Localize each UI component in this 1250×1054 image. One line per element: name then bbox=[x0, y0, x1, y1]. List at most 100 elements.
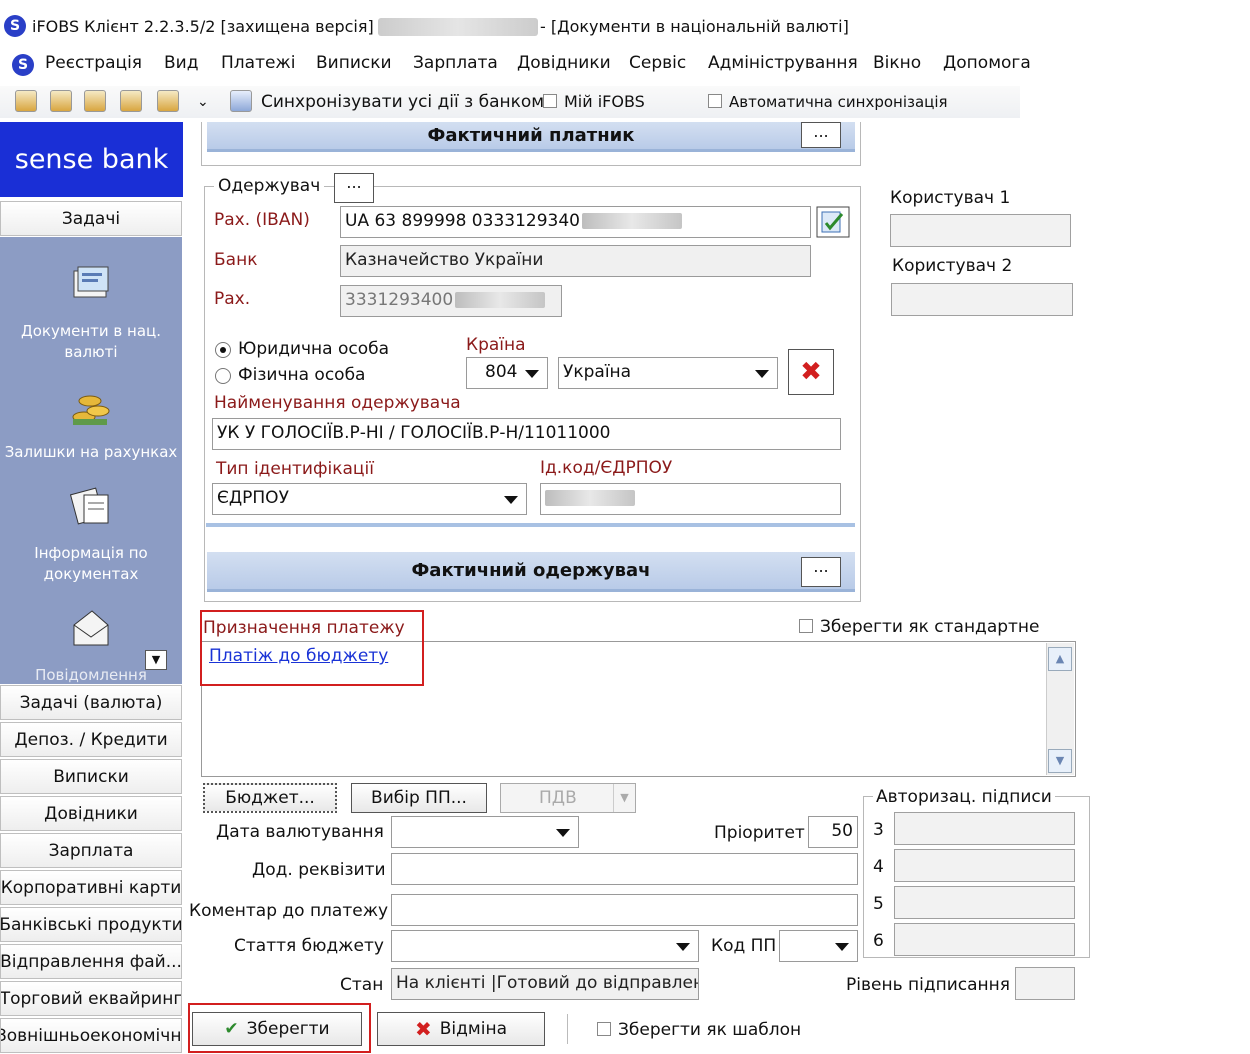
auto-sync-checkbox[interactable] bbox=[708, 94, 722, 108]
sidebar-entry-document-info[interactable]: Інформація по документах bbox=[0, 543, 182, 585]
status-field: На клієнті |Готовий до відправлення bbox=[391, 968, 699, 1000]
cancel-button[interactable]: ✖ Відміна bbox=[377, 1012, 545, 1046]
extra-details-label: Дод. реквізити bbox=[252, 860, 386, 880]
country-name-select[interactable]: Україна bbox=[558, 357, 778, 389]
menu-registration[interactable]: Реєстрація bbox=[45, 53, 142, 73]
code-pp-select[interactable] bbox=[779, 930, 858, 962]
clear-country-close-icon[interactable]: ✖ bbox=[788, 349, 834, 395]
user2-label: Користувач 2 bbox=[892, 256, 1013, 276]
actual-payer-header: Фактичний платник bbox=[207, 122, 855, 152]
window-title-section: - [Документи в національній валюті] bbox=[540, 17, 849, 36]
status-label: Стан bbox=[340, 975, 384, 995]
sidebar-foreign-trade[interactable]: Зовнішньоекономічні bbox=[0, 1018, 182, 1053]
auto-sync-label: Автоматична синхронізація bbox=[729, 93, 948, 111]
legal-entity-label: Юридична особа bbox=[238, 339, 390, 359]
individual-radio[interactable] bbox=[215, 368, 231, 384]
recipient-more-button[interactable]: ... bbox=[334, 173, 374, 203]
separator bbox=[567, 1014, 568, 1044]
sign-level-label: Рівень підписання bbox=[846, 975, 1010, 995]
save-template-checkbox[interactable] bbox=[597, 1022, 611, 1036]
sig-number-6: 6 bbox=[873, 931, 884, 951]
save-template-label: Зберегти як шаблон bbox=[618, 1020, 802, 1040]
sidebar-tasks-currency[interactable]: Задачі (валюта) bbox=[0, 685, 182, 720]
vat-select: ПДВ ▼ bbox=[500, 783, 636, 813]
signature-field-3 bbox=[894, 812, 1075, 845]
sidebar-directories[interactable]: Довідники bbox=[0, 796, 182, 831]
menu-service[interactable]: Сервіс bbox=[629, 53, 686, 73]
menu-administration[interactable]: Адміністрування bbox=[708, 53, 858, 73]
sidebar-merchant-acquiring[interactable]: Торговий еквайринг bbox=[0, 981, 182, 1016]
envelope-icon[interactable] bbox=[68, 605, 114, 651]
budget-article-label: Стаття бюджету bbox=[234, 936, 384, 956]
coins-icon[interactable] bbox=[68, 383, 114, 429]
calendar-icon[interactable] bbox=[120, 90, 142, 112]
extra-details-field[interactable] bbox=[391, 853, 858, 885]
app-menu-icon[interactable]: S bbox=[12, 54, 34, 76]
signature-field-5 bbox=[894, 886, 1075, 919]
comment-field[interactable] bbox=[391, 894, 858, 926]
actual-recipient-more-button[interactable]: ... bbox=[801, 557, 841, 587]
settings-gear-icon[interactable] bbox=[15, 90, 37, 112]
priority-field[interactable]: 50 bbox=[808, 816, 858, 848]
actual-payer-more-button[interactable]: ... bbox=[801, 122, 841, 148]
my-ifobs-checkbox[interactable] bbox=[543, 94, 557, 108]
signature-field-6 bbox=[894, 923, 1075, 956]
sig-number-3: 3 bbox=[873, 820, 884, 840]
actual-recipient-header: Фактичний одержувач bbox=[207, 552, 855, 592]
user2-field bbox=[891, 283, 1073, 316]
title-bar: S iFOBS Клієнт 2.2.3.5/2 [захищена версі… bbox=[0, 0, 1250, 46]
choose-pp-button[interactable]: Вибір ПП... bbox=[351, 783, 487, 813]
bank-building-icon[interactable] bbox=[50, 90, 72, 112]
sidebar-salary[interactable]: Зарплата bbox=[0, 833, 182, 868]
my-ifobs-label: Мій iFOBS bbox=[564, 92, 645, 111]
app-logo-icon: S bbox=[4, 15, 26, 37]
legal-entity-radio[interactable] bbox=[215, 342, 231, 358]
account-picker-icon[interactable] bbox=[816, 206, 850, 238]
menu-window[interactable]: Вікно bbox=[873, 53, 921, 73]
menu-directories[interactable]: Довідники bbox=[517, 53, 611, 73]
toolbar-dropdown-icon[interactable]: ⌄ bbox=[197, 94, 209, 110]
sidebar-entry-documents[interactable]: Документи в нац. валюті bbox=[0, 321, 182, 363]
menu-help[interactable]: Допомога bbox=[943, 53, 1031, 73]
sig-number-5: 5 bbox=[873, 894, 884, 914]
user1-field bbox=[890, 214, 1071, 247]
iban-field[interactable]: UA 63 899998 0333129340 bbox=[340, 206, 811, 238]
scroll-down-icon[interactable]: ▼ bbox=[1048, 749, 1072, 773]
recipient-name-field[interactable]: УК У ГОЛОСІЇВ.Р-НІ / ГОЛОСІЇВ.Р-Н/110110… bbox=[212, 418, 841, 450]
country-label: Країна bbox=[466, 335, 526, 355]
scroll-up-icon[interactable]: ▲ bbox=[1048, 647, 1072, 671]
documents-icon[interactable] bbox=[68, 261, 114, 307]
sidebar-corporate-cards[interactable]: Корпоративні карти bbox=[0, 870, 182, 905]
menu-payments[interactable]: Платежі bbox=[221, 53, 295, 73]
budget-button[interactable]: Бюджет... bbox=[203, 783, 337, 813]
sidebar-bank-products[interactable]: Банківські продукти bbox=[0, 907, 182, 942]
save-standard-label: Зберегти як стандартне bbox=[820, 617, 1040, 637]
sidebar-entry-balances[interactable]: Залишки на рахунках bbox=[0, 442, 182, 463]
individual-label: Фізична особа bbox=[238, 365, 366, 385]
redacted-client-name bbox=[378, 18, 538, 36]
value-date-label: Дата валютування bbox=[216, 822, 384, 842]
bank-icon[interactable] bbox=[157, 90, 179, 112]
sync-icon[interactable] bbox=[230, 90, 252, 112]
documents-stack-icon[interactable] bbox=[84, 90, 106, 112]
iban-label: Рах. (IBAN) bbox=[214, 210, 310, 230]
sidebar-deposits-credits[interactable]: Депоз. / Кредити bbox=[0, 722, 182, 757]
budget-article-select[interactable] bbox=[391, 930, 699, 962]
sidebar-scroll-down-icon[interactable]: ▼ bbox=[145, 650, 167, 670]
id-type-select[interactable]: ЄДРПОУ bbox=[212, 483, 527, 515]
save-standard-checkbox[interactable] bbox=[799, 619, 813, 633]
menu-view[interactable]: Вид bbox=[164, 53, 198, 73]
id-type-label: Тип ідентифікації bbox=[216, 459, 374, 479]
highlight-save bbox=[188, 1003, 371, 1053]
value-date-select[interactable] bbox=[391, 816, 579, 848]
document-info-icon[interactable] bbox=[68, 483, 114, 529]
menu-salary[interactable]: Зарплата bbox=[413, 53, 498, 73]
priority-label: Пріоритет bbox=[714, 823, 805, 843]
sidebar-tasks-header[interactable]: Задачі bbox=[0, 201, 182, 236]
country-code-select[interactable]: 804 bbox=[466, 357, 548, 389]
sync-all-button[interactable]: Синхронізувати усі дії з банком bbox=[261, 92, 544, 112]
sidebar-file-sending[interactable]: Відправлення фай... bbox=[0, 944, 182, 979]
menu-statements[interactable]: Виписки bbox=[316, 53, 392, 73]
id-code-field[interactable] bbox=[540, 483, 841, 515]
sidebar-statements[interactable]: Виписки bbox=[0, 759, 182, 794]
